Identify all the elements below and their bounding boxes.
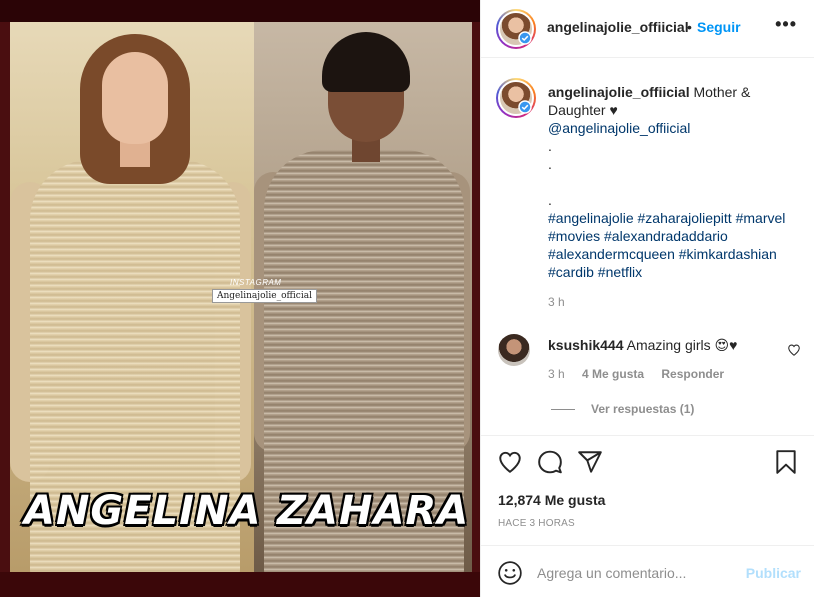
- caption-author[interactable]: angelinajolie_offiicial: [548, 84, 690, 100]
- comment-input[interactable]: [537, 558, 737, 588]
- caption-time[interactable]: 3 h: [548, 295, 565, 309]
- replies-dash: [551, 409, 575, 411]
- follow-separator: •: [687, 19, 692, 35]
- verified-badge-icon: [518, 31, 532, 45]
- paper-plane-icon[interactable]: [577, 449, 603, 475]
- comment-meta: 3 h 4 Me gusta Responder: [548, 367, 738, 381]
- comment-icon[interactable]: [537, 449, 563, 475]
- media-watermark: INSTAGRAM Angelinajolie_official: [212, 278, 317, 303]
- caption-dot-line: [548, 173, 798, 191]
- comment: ksushik444 Amazing girls 😍♥: [548, 337, 737, 354]
- verified-badge-icon: [518, 100, 532, 114]
- caption-mention[interactable]: @angelinajolie_offiicial: [548, 119, 798, 137]
- post-side-panel: angelinajolie_offiicial • Seguir ••• ang…: [480, 0, 814, 597]
- commenter-username[interactable]: ksushik444: [548, 337, 624, 353]
- media-caption-right: ZAHARA: [277, 488, 470, 534]
- post-caption: angelinajolie_offiicial Mother & Daughte…: [548, 83, 798, 281]
- comment-text: Amazing girls 😍♥: [626, 337, 738, 353]
- post-actions: 12,874 Me gusta HACE 3 HORAS: [481, 435, 814, 545]
- caption-dot-line: .: [548, 138, 552, 154]
- smiley-icon[interactable]: [497, 560, 523, 586]
- figure-face: [102, 52, 168, 144]
- publish-button[interactable]: Publicar: [746, 565, 801, 581]
- comments-section: angelinajolie_offiicial Mother & Daughte…: [481, 59, 814, 435]
- heart-icon[interactable]: [497, 449, 523, 475]
- reply-button[interactable]: Responder: [661, 367, 724, 381]
- author-username[interactable]: angelinajolie_offiicial: [547, 19, 689, 35]
- caption-hashtags[interactable]: #cardib #netflix: [548, 263, 798, 281]
- ellipsis-icon[interactable]: •••: [775, 14, 797, 35]
- media-top-band: [0, 0, 480, 22]
- post-media[interactable]: INSTAGRAM Angelinajolie_official ANGELIN…: [0, 0, 480, 597]
- post-header: angelinajolie_offiicial • Seguir •••: [481, 0, 814, 58]
- caption-dot-line: .: [548, 156, 552, 172]
- caption-hashtags[interactable]: #alexandermcqueen #kimkardashian: [548, 245, 798, 263]
- posted-time[interactable]: HACE 3 HORAS: [498, 518, 575, 529]
- media-caption-left: ANGELINA: [24, 488, 262, 534]
- caption-dot-line: .: [548, 192, 552, 208]
- likes-count[interactable]: 12,874 Me gusta: [498, 492, 605, 508]
- view-replies-button[interactable]: Ver respuestas (1): [551, 402, 694, 416]
- caption-hashtags[interactable]: #movies #alexandradaddario: [548, 227, 798, 245]
- caption-hashtags[interactable]: #angelinajolie #zaharajoliepitt #marvel: [548, 209, 798, 227]
- follow-button[interactable]: Seguir: [697, 19, 741, 35]
- view-replies-label: Ver respuestas (1): [591, 402, 695, 416]
- comment-composer: Publicar: [481, 545, 814, 597]
- media-bottom-band: [0, 572, 480, 597]
- comment-heart-icon[interactable]: [787, 343, 801, 357]
- comment-time[interactable]: 3 h: [548, 367, 565, 381]
- watermark-label: INSTAGRAM: [230, 278, 282, 287]
- bookmark-icon[interactable]: [773, 449, 799, 475]
- watermark-handle: Angelinajolie_official: [212, 289, 317, 303]
- figure-hair: [322, 32, 410, 92]
- comment-likes[interactable]: 4 Me gusta: [582, 367, 644, 381]
- commenter-avatar[interactable]: [498, 334, 530, 366]
